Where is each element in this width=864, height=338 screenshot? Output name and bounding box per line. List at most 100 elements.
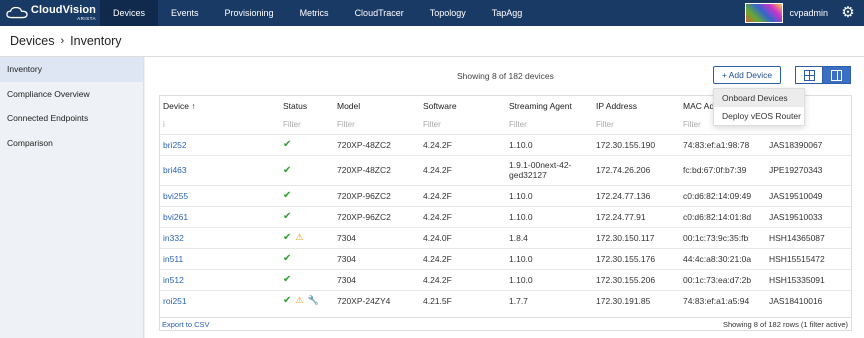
cell-status: ✔ ⚠ 🔧	[280, 289, 334, 311]
filter-input[interactable]: Filter	[420, 116, 506, 134]
cell-ip: 172.30.191.85	[593, 289, 680, 311]
cell-mac: 00:1c:73:ea:d7:2b	[680, 268, 766, 290]
column-header[interactable]: Device ↑	[160, 96, 280, 116]
nav-tab-events[interactable]: Events	[158, 0, 212, 26]
cell-software: 4.24.2F	[420, 205, 506, 227]
logo-title: CloudVision	[30, 3, 96, 16]
cell-serial: HSH15335091	[766, 268, 851, 290]
row-count: Showing 8 of 182 rows (1 filter active)	[722, 320, 848, 329]
cell-ip: 172.30.155.176	[593, 247, 680, 269]
cell-agent: 1.8.4	[506, 226, 593, 248]
cell-model: 720XP-96ZC2	[334, 184, 420, 206]
cell-ip: 172.30.155.206	[593, 268, 680, 290]
sidebar-item-inventory[interactable]: Inventory	[0, 57, 143, 82]
cell-software: 4.21.5F	[420, 289, 506, 311]
add-device-button[interactable]: + Add Device	[713, 66, 781, 84]
breadcrumb-current: Inventory	[70, 34, 122, 48]
cell-agent: 1.10.0	[506, 268, 593, 290]
cell-device[interactable]: in512	[160, 268, 280, 290]
nav-tab-topology[interactable]: Topology	[417, 0, 479, 26]
add-device-dropdown: Onboard Devices Deploy vEOS Router	[713, 88, 805, 126]
table-row[interactable]: in332 ✔ ⚠ 7304 4.24.0F 1.8.4 172.30.150.117 00:…	[160, 226, 851, 248]
user-menu[interactable]: cvpadmin	[745, 3, 828, 23]
table-row[interactable]: bri463 ✔ 720XP-48ZC2 4.24.2F 1.9.1-00next-42…	[160, 154, 851, 185]
cell-device[interactable]: bvi255	[160, 184, 280, 206]
check-icon: ✔	[283, 253, 292, 264]
table-row[interactable]: in512 ✔ 7304 4.24.2F 1.10.0 172.30.155.206 00:…	[160, 268, 851, 290]
table-row[interactable]: bvi255 ✔ 720XP-96ZC2 4.24.2F 1.10.0 172.24.77…	[160, 184, 851, 206]
column-header[interactable]: Software	[420, 96, 506, 116]
chevron-right-icon: ›	[60, 35, 65, 47]
cell-serial: JAS19510049	[766, 184, 851, 206]
export-csv-link[interactable]: Export to CSV	[162, 320, 210, 329]
cell-status: ✔ ⚠	[280, 226, 334, 248]
cell-model: 7304	[334, 226, 420, 248]
menu-item-deploy-veos-router[interactable]: Deploy vEOS Router	[714, 107, 804, 125]
table-row[interactable]: roi251 ✔ ⚠ 🔧 720XP-24ZY4 4.21.5F 1.7.7 172.30.1…	[160, 289, 851, 311]
cell-device[interactable]: bri463	[160, 154, 280, 185]
sidebar-item-compliance-overview[interactable]: Compliance Overview	[0, 82, 143, 107]
cell-mac: 44:4c:a8:30:21:0a	[680, 247, 766, 269]
column-header[interactable]: Status	[280, 96, 334, 116]
cell-status: ✔	[280, 268, 334, 290]
sidebar-item-comparison[interactable]: Comparison	[0, 131, 143, 156]
filter-input[interactable]: Filter	[334, 116, 420, 134]
cell-serial: JAS18410016	[766, 289, 851, 311]
cell-status: ✔	[280, 184, 334, 206]
cell-software: 4.24.2F	[420, 268, 506, 290]
nav-tab-metrics[interactable]: Metrics	[287, 0, 342, 26]
cell-model: 720XP-48ZC2	[334, 154, 420, 185]
cell-agent: 1.10.0	[506, 205, 593, 227]
check-icon: ✔	[283, 232, 292, 243]
grid-icon	[803, 69, 815, 81]
cell-status: ✔	[280, 154, 334, 185]
check-icon: ✔	[283, 190, 292, 201]
nav-tab-devices[interactable]: Devices	[100, 0, 159, 26]
table-row[interactable]: bri252 ✔ 720XP-48ZC2 4.24.2F 1.10.0 172.30.15…	[160, 133, 851, 155]
cell-device[interactable]: bvi261	[160, 205, 280, 227]
check-icon: ✔	[283, 211, 292, 222]
menu-item-onboard-devices[interactable]: Onboard Devices	[714, 89, 804, 107]
cell-model: 720XP-48ZC2	[334, 133, 420, 155]
panel-icon	[831, 69, 842, 81]
cell-device[interactable]: bri252	[160, 133, 280, 155]
avatar[interactable]	[745, 3, 784, 23]
grid-view-button[interactable]	[795, 66, 823, 84]
cell-serial: HSH15515472	[766, 247, 851, 269]
cell-device[interactable]: in332	[160, 226, 280, 248]
view-toggle	[795, 66, 851, 84]
table-view-button[interactable]	[823, 66, 851, 84]
cell-software: 4.24.0F	[420, 226, 506, 248]
table-row[interactable]: bvi261 ✔ 720XP-96ZC2 4.24.2F 1.10.0 172.24.77…	[160, 205, 851, 227]
nav-tab-cloudtracer[interactable]: CloudTracer	[342, 0, 417, 26]
cell-software: 4.24.2F	[420, 247, 506, 269]
cell-agent: 1.10.0	[506, 133, 593, 155]
sidebar-item-connected-endpoints[interactable]: Connected Endpoints	[0, 106, 143, 131]
nav-tab-tapagg[interactable]: TapAgg	[479, 0, 536, 26]
table-row[interactable]: in511 ✔ 7304 4.24.2F 1.10.0 172.30.155.176 44:…	[160, 247, 851, 269]
cell-device[interactable]: in511	[160, 247, 280, 269]
cloudvision-logo[interactable]: CloudVision ARISTA	[0, 0, 96, 26]
filter-input[interactable]: Filter	[593, 116, 680, 134]
column-header[interactable]: IP Address	[593, 96, 680, 116]
cloud-icon	[6, 6, 28, 19]
gear-icon[interactable]: ⚙	[840, 5, 856, 21]
cell-model: 720XP-96ZC2	[334, 205, 420, 227]
breadcrumb-parent[interactable]: Devices	[10, 34, 54, 48]
cell-ip: 172.30.155.190	[593, 133, 680, 155]
cell-agent: 1.10.0	[506, 247, 593, 269]
cell-mac: c0:d6:82:14:01:8d	[680, 205, 766, 227]
nav-tab-provisioning[interactable]: Provisioning	[212, 0, 287, 26]
cell-device[interactable]: roi251	[160, 289, 280, 311]
filter-input[interactable]: Filter	[506, 116, 593, 134]
column-header[interactable]: Model	[334, 96, 420, 116]
main-nav: Devices Events Provisioning Metrics CloudTra…	[100, 0, 535, 26]
filter-input[interactable]: i	[160, 116, 280, 134]
cell-ip: 172.30.150.117	[593, 226, 680, 248]
column-header[interactable]: Streaming Agent	[506, 96, 593, 116]
cell-mac: c0:d6:82:14:09:49	[680, 184, 766, 206]
filter-input[interactable]: Filter	[280, 116, 334, 134]
cell-serial: HSH14365087	[766, 226, 851, 248]
username: cvpadmin	[789, 8, 828, 18]
breadcrumb: Devices › Inventory	[0, 26, 864, 57]
